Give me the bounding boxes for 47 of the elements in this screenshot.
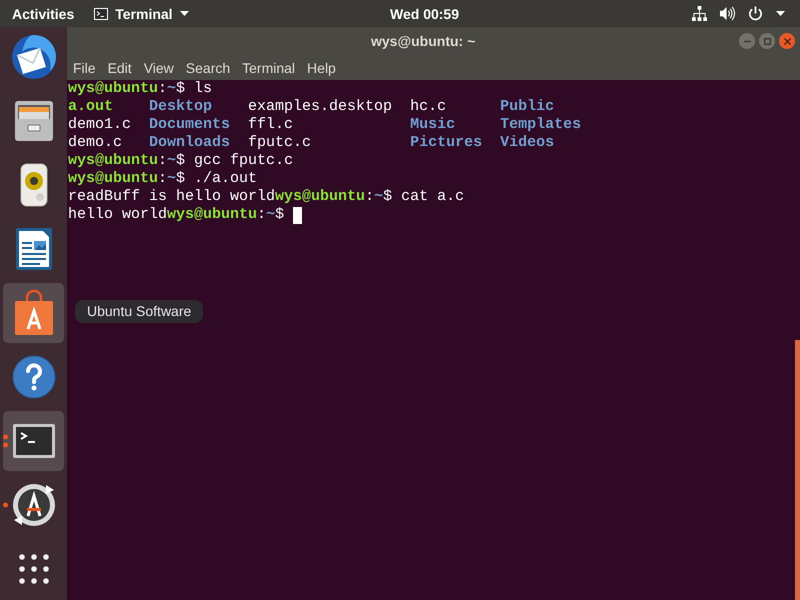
menu-item[interactable]: Edit (102, 58, 138, 78)
caret-icon (180, 11, 189, 16)
file-name: Pictures (410, 134, 482, 152)
file-name: Videos (500, 134, 556, 152)
system-menu-button[interactable] (692, 6, 785, 21)
file-name: Music (410, 116, 456, 134)
activities-button[interactable]: Activities (12, 6, 74, 22)
dock-item[interactable] (3, 283, 64, 343)
file-name: demo.c (68, 134, 124, 152)
help-icon (10, 353, 58, 401)
file-name: fputc.c (248, 134, 312, 152)
terminal-icon (94, 8, 108, 20)
terminal-line: wys@ubuntu:~$ ls (68, 80, 212, 98)
file-name: a.out (68, 98, 114, 116)
maximize-icon (764, 38, 770, 44)
clock-button[interactable]: Wed 00:59 (390, 6, 459, 22)
terminal-line: hello worldwys@ubuntu:~$ (68, 206, 284, 224)
file-name: Public (500, 98, 556, 116)
terminal-line: wys@ubuntu:~$ gcc fputc.c (68, 152, 294, 170)
file-name: Downloads (149, 134, 230, 152)
envelope-icon (10, 33, 58, 81)
file-name: demo1.c (68, 116, 132, 134)
menu-item[interactable]: Help (301, 58, 342, 78)
power-icon (748, 6, 763, 21)
menu-item[interactable]: Terminal (236, 58, 302, 78)
file-name: Templates (500, 116, 582, 134)
menu-item[interactable]: Search (180, 58, 236, 78)
file-name: ffl.c (248, 116, 294, 134)
scrollbar-thumb[interactable] (795, 340, 800, 600)
file-name: examples.desktop (248, 98, 392, 116)
dock-item[interactable] (3, 411, 64, 471)
volume-icon (720, 6, 735, 21)
menu-item[interactable]: View (138, 58, 180, 78)
network-icon (692, 6, 707, 21)
file-name: hc.c (410, 98, 448, 116)
close-button[interactable] (779, 33, 795, 49)
window-title: wys@ubuntu: ~ (371, 33, 476, 49)
app-grid-icon (18, 554, 48, 584)
file-name: Desktop (149, 98, 214, 116)
file-name: Documents (149, 116, 230, 134)
caret-icon (776, 11, 785, 16)
menu-item[interactable]: File (67, 58, 102, 78)
tooltip: Ubuntu Software (75, 300, 204, 323)
app-menu-button[interactable]: Terminal (94, 6, 189, 22)
terminal-line: wys@ubuntu:~$ ./a.out (68, 170, 258, 188)
terminal-line: readBuff is hello worldwys@ubuntu:~$ cat a.c (68, 188, 464, 206)
close-icon (784, 38, 790, 44)
